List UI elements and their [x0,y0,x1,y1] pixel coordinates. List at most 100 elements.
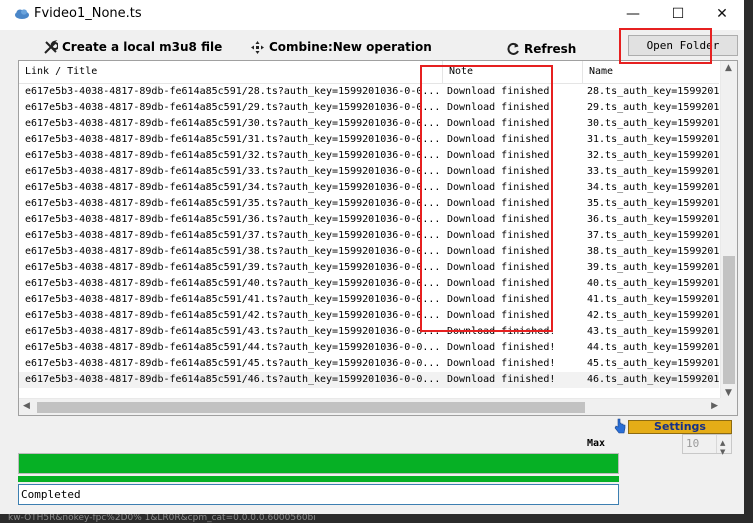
row-link-cell: e617e5b3-4038-4817-89db-fe614a85c591/45.… [25,358,441,369]
row-link-cell: e617e5b3-4038-4817-89db-fe614a85c591/44.… [25,342,441,353]
cloud-icon [15,9,29,19]
refresh-icon [507,42,519,55]
row-link-cell: e617e5b3-4038-4817-89db-fe614a85c591/34.… [25,182,441,193]
combine-new-operation-button[interactable]: Combine:New operation [250,38,432,56]
table-row[interactable]: e617e5b3-4038-4817-89db-fe614a85c591/37.… [19,228,719,244]
row-name-cell: 29.ts_auth_key=1599201 [587,102,719,113]
row-link-cell: e617e5b3-4038-4817-89db-fe614a85c591/36.… [25,214,441,225]
table-row[interactable]: e617e5b3-4038-4817-89db-fe614a85c591/38.… [19,244,719,260]
scroll-right-icon[interactable]: ▶ [711,401,718,411]
table-row[interactable]: e617e5b3-4038-4817-89db-fe614a85c591/32.… [19,148,719,164]
row-link-cell: e617e5b3-4038-4817-89db-fe614a85c591/42.… [25,310,441,321]
row-name-cell: 44.ts_auth_key=1599201 [587,342,719,353]
horizontal-scroll-thumb[interactable] [37,402,585,413]
table-row[interactable]: e617e5b3-4038-4817-89db-fe614a85c591/29.… [19,100,719,116]
table-row[interactable]: e617e5b3-4038-4817-89db-fe614a85c591/45.… [19,356,719,372]
scroll-up-icon[interactable]: ▲ [725,63,732,73]
table-row[interactable]: e617e5b3-4038-4817-89db-fe614a85c591/41.… [19,292,719,308]
background-right-strip [744,0,753,523]
horizontal-scrollbar[interactable]: ◀ ▶ [19,398,722,415]
row-name-cell: 35.ts_auth_key=1599201 [587,198,719,209]
row-link-cell: e617e5b3-4038-4817-89db-fe614a85c591/32.… [25,150,441,161]
create-local-m3u8-button[interactable]: Create a local m3u8 file [43,38,222,56]
row-name-cell: 38.ts_auth_key=1599201 [587,246,719,257]
highlight-note-column [420,65,553,332]
row-link-cell: e617e5b3-4038-4817-89db-fe614a85c591/38.… [25,246,441,257]
row-link-cell: e617e5b3-4038-4817-89db-fe614a85c591/35.… [25,198,441,209]
table-row[interactable]: e617e5b3-4038-4817-89db-fe614a85c591/40.… [19,276,719,292]
settings-button[interactable]: Settings [628,420,732,434]
progress-bar [18,453,619,474]
list-rows: e617e5b3-4038-4817-89db-fe614a85c591/28.… [19,84,719,388]
row-name-cell: 43.ts_auth_key=1599201 [587,326,719,337]
row-name-cell: 33.ts_auth_key=1599201 [587,166,719,177]
table-row[interactable]: e617e5b3-4038-4817-89db-fe614a85c591/43.… [19,324,719,340]
table-row[interactable]: e617e5b3-4038-4817-89db-fe614a85c591/46.… [19,372,719,388]
scroll-corner [720,398,737,415]
row-link-cell: e617e5b3-4038-4817-89db-fe614a85c591/28.… [25,86,441,97]
column-header-name[interactable]: Name [583,61,719,83]
close-button[interactable]: ✕ [700,0,744,30]
scroll-down-icon[interactable]: ▼ [725,388,732,398]
table-row[interactable]: e617e5b3-4038-4817-89db-fe614a85c591/42.… [19,308,719,324]
row-name-cell: 40.ts_auth_key=1599201 [587,278,719,289]
column-header-link[interactable]: Link / Title [19,61,443,83]
row-name-cell: 41.ts_auth_key=1599201 [587,294,719,305]
row-name-cell: 36.ts_auth_key=1599201 [587,214,719,225]
vertical-scrollbar[interactable]: ▲ ▼ [720,61,737,400]
table-row[interactable]: e617e5b3-4038-4817-89db-fe614a85c591/34.… [19,180,719,196]
row-name-cell: 46.ts_auth_key=1599201 [587,374,719,385]
table-row[interactable]: e617e5b3-4038-4817-89db-fe614a85c591/39.… [19,260,719,276]
row-link-cell: e617e5b3-4038-4817-89db-fe614a85c591/30.… [25,118,441,129]
window-title: Fvideo1_None.ts [34,6,142,21]
status-field[interactable]: Completed [18,484,619,505]
arrows-icon [251,40,264,54]
table-row[interactable]: e617e5b3-4038-4817-89db-fe614a85c591/44.… [19,340,719,356]
title-bar: Fvideo1_None.ts — ☐ ✕ [0,0,744,30]
row-link-cell: e617e5b3-4038-4817-89db-fe614a85c591/33.… [25,166,441,177]
row-link-cell: e617e5b3-4038-4817-89db-fe614a85c591/31.… [25,134,441,145]
max-value: 10 [686,437,700,450]
row-link-cell: e617e5b3-4038-4817-89db-fe614a85c591/39.… [25,262,441,273]
scroll-left-icon[interactable]: ◀ [23,401,30,411]
row-name-cell: 31.ts_auth_key=1599201 [587,134,719,145]
row-name-cell: 42.ts_auth_key=1599201 [587,310,719,321]
max-stepper[interactable]: 10 ▲ ▼ [682,434,732,456]
app-window: Fvideo1_None.ts — ☐ ✕ Create a local m3u… [0,0,744,514]
secondary-progress-fill [18,476,619,482]
row-note-cell: Download finished! [447,342,556,353]
row-name-cell: 39.ts_auth_key=1599201 [587,262,719,273]
minimize-button[interactable]: — [611,0,655,30]
row-name-cell: 32.ts_auth_key=1599201 [587,150,719,161]
max-label: Max [587,438,606,449]
vertical-scroll-thumb[interactable] [723,256,735,384]
refresh-label: Refresh [524,42,577,56]
table-row[interactable]: e617e5b3-4038-4817-89db-fe614a85c591/33.… [19,164,719,180]
maximize-button[interactable]: ☐ [656,0,700,30]
combine-new-operation-label: Combine:New operation [269,40,432,54]
table-row[interactable]: e617e5b3-4038-4817-89db-fe614a85c591/30.… [19,116,719,132]
list-header: Link / Title Note Name [19,61,719,84]
row-link-cell: e617e5b3-4038-4817-89db-fe614a85c591/40.… [25,278,441,289]
row-link-cell: e617e5b3-4038-4817-89db-fe614a85c591/41.… [25,294,441,305]
spin-down-icon[interactable]: ▼ [720,443,725,461]
row-note-cell: Download finished! [447,374,556,385]
row-name-cell: 28.ts_auth_key=1599201 [587,86,719,97]
row-name-cell: 30.ts_auth_key=1599201 [587,118,719,129]
row-name-cell: 37.ts_auth_key=1599201 [587,230,719,241]
progress-fill [19,454,618,473]
table-row[interactable]: e617e5b3-4038-4817-89db-fe614a85c591/31.… [19,132,719,148]
row-link-cell: e617e5b3-4038-4817-89db-fe614a85c591/46.… [25,374,441,385]
table-row[interactable]: e617e5b3-4038-4817-89db-fe614a85c591/35.… [19,196,719,212]
row-link-cell: e617e5b3-4038-4817-89db-fe614a85c591/43.… [25,326,441,337]
max-spin-buttons[interactable]: ▲ ▼ [716,435,731,456]
refresh-button[interactable]: Refresh [506,40,576,58]
highlight-open-folder [619,28,712,64]
download-list[interactable]: Link / Title Note Name e617e5b3-4038-481… [18,60,738,416]
create-local-m3u8-label: Create a local m3u8 file [62,40,223,54]
pointer-icon [614,418,626,434]
table-row[interactable]: e617e5b3-4038-4817-89db-fe614a85c591/36.… [19,212,719,228]
table-row[interactable]: e617e5b3-4038-4817-89db-fe614a85c591/28.… [19,84,719,100]
background-text-strip: kw-OTH5R&nokey-fpc%2D0% 1&LR0R&cpm_cat=0… [0,514,753,523]
row-note-cell: Download finished! [447,358,556,369]
